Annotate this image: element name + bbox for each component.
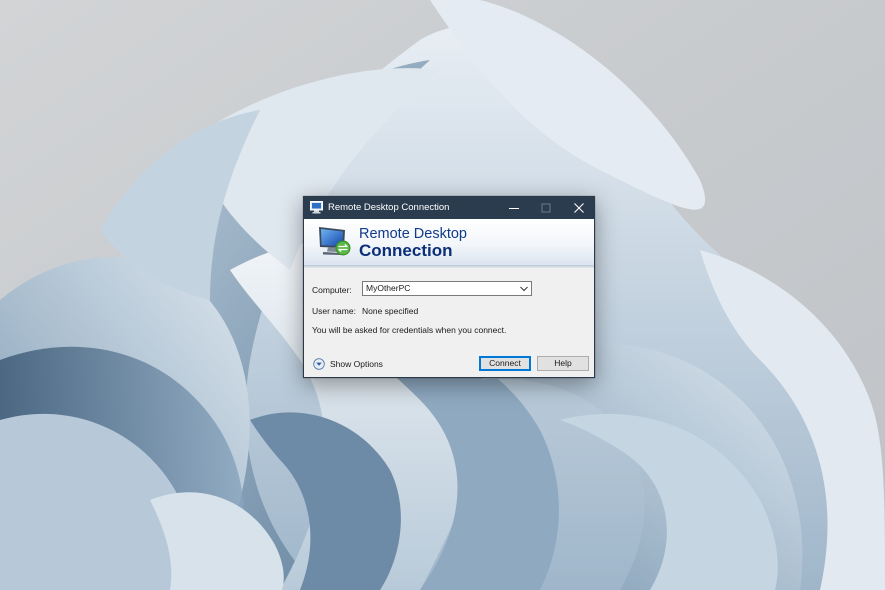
monitor-connection-icon — [316, 223, 352, 259]
credentials-notice: You will be asked for credentials when y… — [312, 325, 507, 335]
computer-combobox[interactable]: MyOtherPC — [362, 281, 532, 296]
close-icon — [574, 203, 584, 213]
connect-button[interactable]: Connect — [479, 356, 531, 371]
window-title: Remote Desktop Connection — [328, 202, 450, 213]
banner-title-line1: Remote Desktop — [359, 226, 467, 242]
computer-input[interactable]: MyOtherPC — [366, 283, 410, 294]
maximize-button — [530, 197, 562, 219]
minimize-button[interactable] — [498, 197, 530, 219]
banner-title-line2: Connection — [359, 241, 453, 260]
show-options-label: Show Options — [330, 359, 383, 369]
help-button[interactable]: Help — [537, 356, 589, 371]
title-bar[interactable]: Remote Desktop Connection — [304, 197, 594, 219]
remote-desktop-dialog: Remote Desktop Connection Remote Desktop… — [303, 196, 595, 378]
minimize-icon — [509, 208, 519, 209]
chevron-down-icon — [520, 286, 528, 292]
dialog-banner: Remote Desktop Connection — [304, 219, 594, 265]
close-button[interactable] — [563, 197, 594, 219]
computer-label: Computer: — [312, 285, 352, 295]
banner-divider — [304, 265, 594, 268]
expand-circle-icon — [313, 358, 325, 370]
maximize-icon — [541, 203, 551, 213]
username-value: None specified — [362, 306, 419, 316]
remote-desktop-icon — [310, 201, 323, 214]
username-label: User name: — [312, 306, 356, 316]
